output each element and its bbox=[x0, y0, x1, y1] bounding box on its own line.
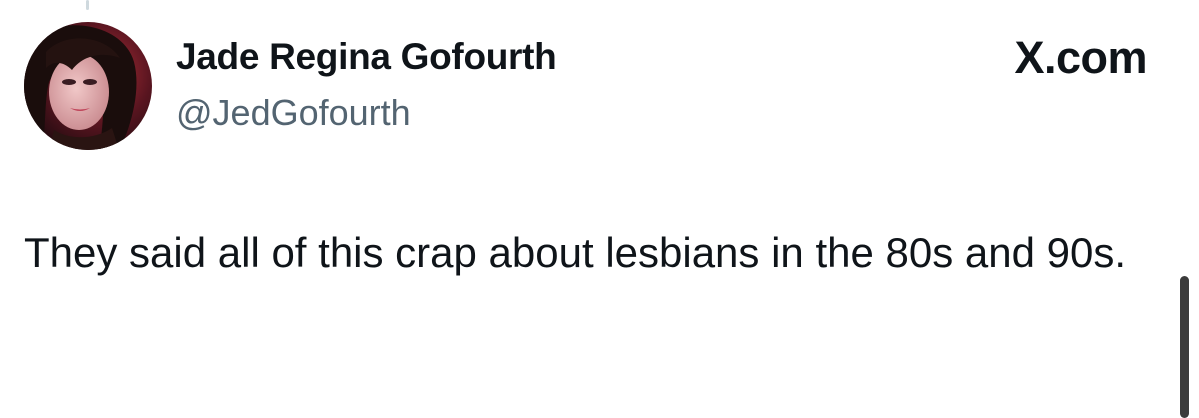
thread-connector-line bbox=[86, 0, 89, 10]
x-logo-text: X.com bbox=[1014, 32, 1147, 83]
scrollbar-thumb[interactable] bbox=[1180, 276, 1189, 418]
user-handle[interactable]: @JedGofourth bbox=[176, 92, 411, 134]
avatar[interactable] bbox=[24, 22, 152, 150]
display-name[interactable]: Jade Regina Gofourth bbox=[176, 36, 557, 78]
tweet-text: They said all of this crap about lesbian… bbox=[24, 229, 1127, 276]
avatar-image bbox=[24, 22, 152, 150]
